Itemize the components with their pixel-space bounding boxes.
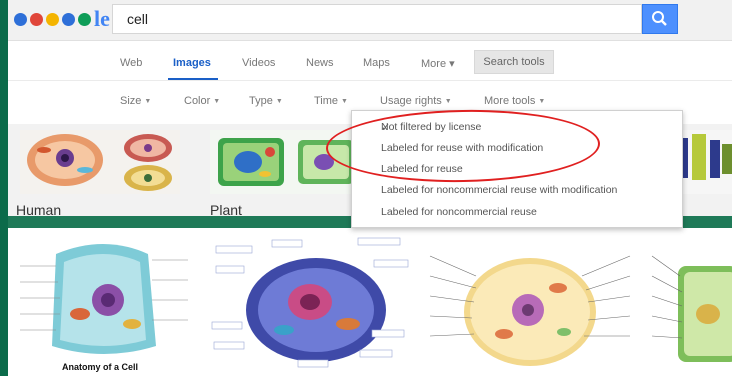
tool-size-label: Size — [120, 95, 142, 107]
tab-maps[interactable]: Maps — [363, 57, 390, 69]
tool-more-tools[interactable]: More tools ▼ — [484, 95, 545, 107]
tool-time-label: Time — [314, 95, 339, 107]
tool-usage-rights-label: Usage rights — [380, 95, 442, 107]
google-doodle-logo[interactable]: le — [14, 6, 110, 32]
browser-frame: le cell Web Images Videos News Maps More… — [8, 0, 732, 376]
tab-more[interactable]: More ▾ — [421, 57, 455, 70]
tool-color-label: Color — [184, 95, 211, 107]
search-query: cell — [127, 11, 149, 27]
result-caption: Anatomy of a Cell — [62, 362, 139, 372]
tool-time[interactable]: Time ▼ — [314, 95, 348, 107]
tool-size[interactable]: Size ▼ — [120, 95, 151, 107]
search-tabs: Web Images Videos News Maps More ▾ Searc… — [8, 44, 732, 81]
tool-color[interactable]: Color ▼ — [184, 95, 220, 107]
menu-item-label: Labeled for noncommercial reuse with mod… — [381, 184, 618, 196]
menu-item-label: Labeled for noncommercial reuse — [381, 206, 537, 218]
chevron-down-icon: ▼ — [341, 97, 348, 105]
active-tab-indicator — [168, 78, 218, 80]
search-icon — [652, 11, 667, 26]
tab-videos[interactable]: Videos — [242, 57, 275, 69]
tool-more-tools-label: More tools — [484, 95, 536, 107]
menu-item-noncommercial[interactable]: Labeled for noncommercial reuse — [352, 202, 682, 222]
tab-web[interactable]: Web — [120, 57, 142, 69]
top-bar: le cell — [8, 0, 732, 41]
tool-type[interactable]: Type ▼ — [249, 95, 283, 107]
image-result[interactable] — [208, 236, 412, 376]
chevron-down-icon: ▼ — [213, 97, 221, 105]
tab-news[interactable]: News — [306, 57, 334, 69]
image-result[interactable] — [648, 236, 732, 376]
chevron-down-icon: ▼ — [444, 97, 452, 105]
search-input[interactable]: cell — [112, 4, 728, 34]
tool-type-label: Type — [249, 95, 273, 107]
chevron-down-icon: ▼ — [275, 97, 283, 105]
menu-item-noncommercial-with-modification[interactable]: Labeled for noncommercial reuse with mod… — [352, 180, 682, 200]
header-right-area — [688, 0, 732, 40]
image-result[interactable] — [426, 236, 634, 376]
image-result[interactable]: Anatomy of a Cell — [16, 236, 192, 376]
search-button[interactable] — [642, 4, 678, 34]
tool-usage-rights[interactable]: Usage rights ▼ — [380, 95, 452, 107]
chevron-down-icon: ▼ — [144, 97, 152, 105]
chevron-down-icon: ▼ — [538, 97, 546, 105]
category-thumb-human[interactable] — [20, 130, 180, 194]
tab-images[interactable]: Images — [173, 57, 211, 69]
search-tools-button[interactable]: Search tools — [474, 50, 554, 74]
